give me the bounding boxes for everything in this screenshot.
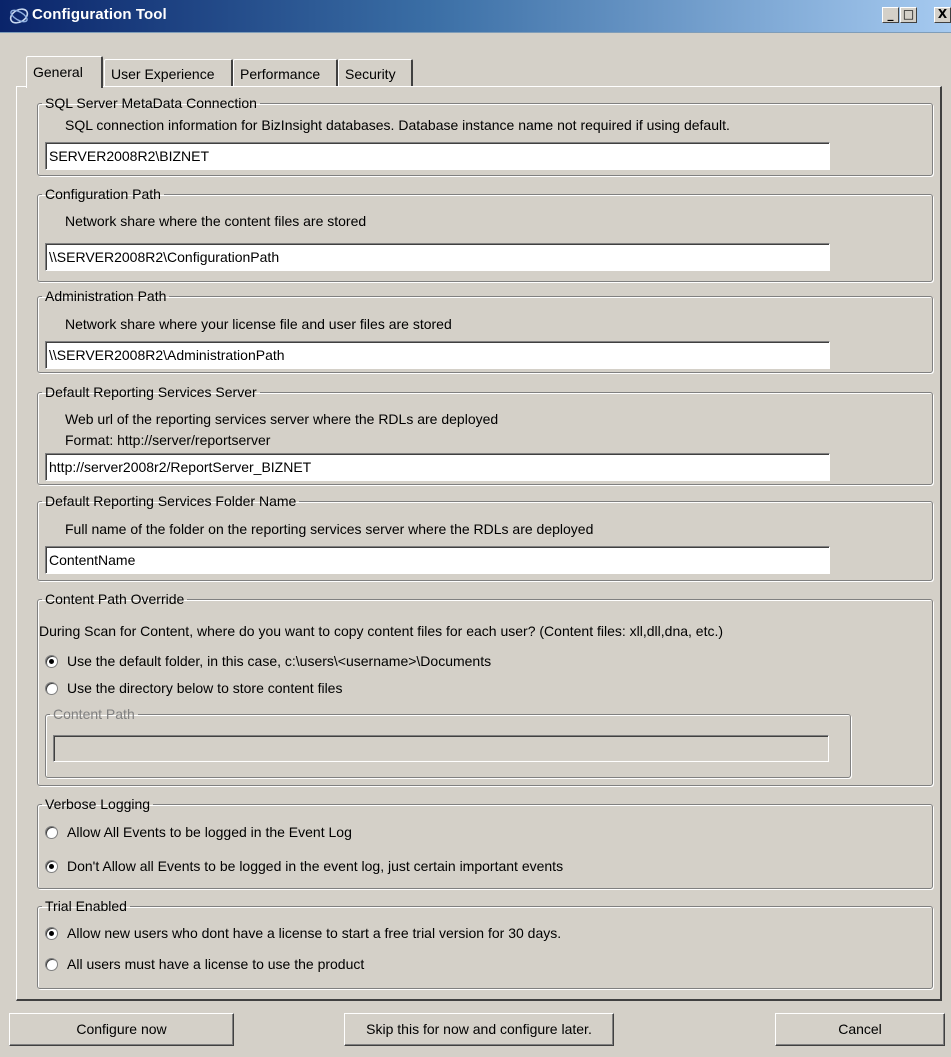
trial-enabled-group: Trial Enabled (37, 899, 933, 989)
trial-allow-option[interactable]: Allow new users who dont have a license … (45, 925, 561, 941)
administration-path-input[interactable] (45, 341, 830, 369)
skip-configure-later-button[interactable]: Skip this for now and configure later. (344, 1013, 614, 1046)
tab-general[interactable]: General (26, 56, 103, 88)
trial-require-option[interactable]: All users must have a license to use the… (45, 956, 364, 972)
content-default-folder-option[interactable]: Use the default folder, in this case, c:… (45, 653, 491, 669)
reporting-server-format: Format: http://server/reportserver (65, 432, 271, 448)
trial-allow-label: Allow new users who dont have a license … (67, 925, 562, 941)
reporting-folder-legend: Default Reporting Services Folder Name (45, 493, 297, 509)
configuration-path-input[interactable] (45, 243, 830, 271)
close-button[interactable]: X (934, 7, 951, 23)
verbose-logging-group: Verbose Logging (37, 797, 933, 889)
administration-path-help: Network share where your license file an… (65, 316, 452, 332)
verbose-important-events-option[interactable]: Don't Allow all Events to be logged in t… (45, 858, 563, 874)
tab-performance[interactable]: Performance (233, 59, 338, 87)
configuration-path-help: Network share where the content files ar… (65, 213, 367, 229)
app-icon (9, 8, 29, 24)
verbose-important-events-label: Don't Allow all Events to be logged in t… (67, 858, 564, 874)
sql-connection-legend: SQL Server MetaData Connection (45, 95, 257, 111)
reporting-server-help: Web url of the reporting services server… (65, 411, 499, 427)
reporting-folder-help: Full name of the folder on the reporting… (65, 521, 594, 537)
sql-connection-input[interactable] (45, 142, 830, 170)
verbose-important-events-radio[interactable] (45, 859, 58, 873)
content-path-override-legend: Content Path Override (45, 591, 185, 607)
window-title: Configuration Tool (32, 6, 167, 23)
verbose-all-events-label: Allow All Events to be logged in the Eve… (67, 824, 352, 840)
trial-enabled-legend: Trial Enabled (45, 898, 127, 914)
trial-require-radio[interactable] (45, 957, 58, 971)
content-directory-label: Use the directory below to store content… (67, 680, 343, 696)
cancel-button[interactable]: Cancel (775, 1013, 945, 1046)
content-directory-option[interactable]: Use the directory below to store content… (45, 680, 342, 696)
content-default-folder-radio[interactable] (45, 654, 58, 668)
minimize-button[interactable]: _ (882, 7, 899, 23)
content-directory-radio[interactable] (45, 681, 58, 695)
content-path-input[interactable] (53, 735, 829, 762)
content-path-legend: Content Path (53, 706, 135, 722)
verbose-all-events-radio[interactable] (45, 825, 58, 839)
verbose-all-events-option[interactable]: Allow All Events to be logged in the Eve… (45, 824, 352, 840)
administration-path-legend: Administration Path (45, 288, 167, 304)
maximize-button[interactable]: □ (900, 7, 917, 23)
reporting-server-legend: Default Reporting Services Server (45, 384, 257, 400)
verbose-logging-legend: Verbose Logging (45, 796, 151, 812)
trial-allow-radio[interactable] (45, 926, 58, 940)
trial-require-label: All users must have a license to use the… (67, 956, 365, 972)
tab-security[interactable]: Security (338, 59, 413, 87)
configuration-path-legend: Configuration Path (45, 186, 161, 202)
reporting-folder-input[interactable] (45, 546, 830, 574)
configure-now-button[interactable]: Configure now (9, 1013, 234, 1046)
sql-connection-help: SQL connection information for BizInsigh… (65, 117, 730, 133)
content-path-override-help: During Scan for Content, where do you wa… (39, 623, 724, 639)
tab-user-experience[interactable]: User Experience (104, 59, 233, 87)
reporting-server-input[interactable] (45, 453, 830, 481)
content-default-folder-label: Use the default folder, in this case, c:… (67, 653, 492, 669)
title-bar[interactable]: Configuration Tool _ □ X (0, 0, 951, 33)
